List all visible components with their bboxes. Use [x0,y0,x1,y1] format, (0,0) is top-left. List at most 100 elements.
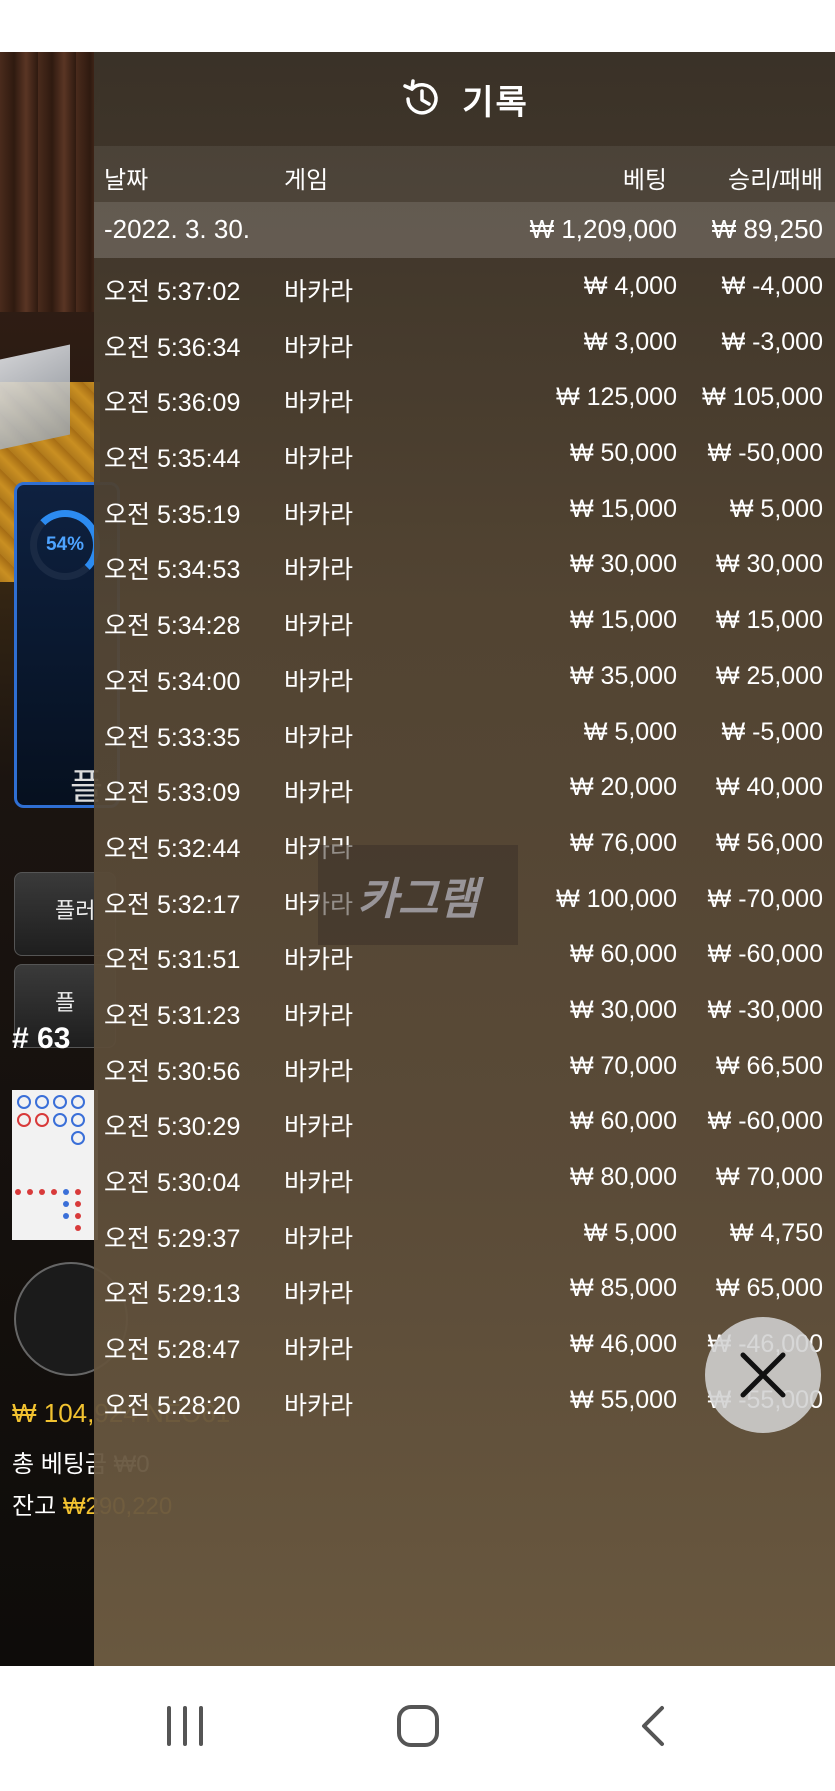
column-header-row: 날짜 게임 베팅 승리/패배 [94,146,835,202]
row-time: 오전 5:36:34 [104,333,241,362]
row-bet: ₩ 3,000 [583,327,677,356]
row-game: 바카라 [284,779,354,808]
row-time: 오전 5:29:37 [104,1224,241,1253]
row-game: 바카라 [284,333,354,362]
history-row[interactable]: 오전 5:33:09 바카라 ₩ 20,000 ₩ 40,000 [94,759,835,815]
history-title: 기록 [462,83,529,122]
history-clock-icon [403,79,438,115]
history-header: 기록 [94,52,835,146]
row-result: ₩ -70,000 [707,884,823,913]
row-game: 바카라 [284,1336,354,1365]
row-result: ₩ 4,750 [729,1218,823,1247]
row-game: 바카라 [284,500,354,529]
history-row[interactable]: 오전 5:35:19 바카라 ₩ 15,000 ₩ 5,000 [94,481,835,537]
history-row[interactable]: 오전 5:34:00 바카라 ₩ 35,000 ₩ 25,000 [94,648,835,704]
row-bet: ₩ 4,000 [583,272,677,300]
history-list: 오전 5:37:02 바카라 ₩ 4,000 ₩ -4,000 오전 5:36:34 바카… [94,258,835,1427]
close-icon [740,1352,786,1398]
row-time: 오전 5:34:53 [104,556,241,585]
history-row[interactable]: 오전 5:37:02 바카라 ₩ 4,000 ₩ -4,000 [94,258,835,314]
row-time: 오전 5:36:09 [104,389,241,418]
row-time: 오전 5:34:00 [104,667,241,696]
stat-percent: 54% [45,534,85,555]
status-bar [0,0,835,52]
curtain-decoration [0,52,100,312]
row-bet: ₩ 35,000 [569,661,677,690]
history-row[interactable]: 오전 5:29:37 바카라 ₩ 5,000 ₩ 4,750 [94,1205,835,1261]
recent-apps-icon[interactable] [163,1704,207,1748]
row-bet: ₩ 85,000 [569,1274,677,1303]
watermark-text: 카그램 [357,875,479,924]
row-game: 바카라 [284,946,354,975]
row-game: 바카라 [284,389,354,418]
android-nav-bar [0,1666,835,1791]
row-bet: ₩ 5,000 [583,1218,677,1247]
row-result: ₩ -30,000 [707,995,823,1024]
history-row[interactable]: 오전 5:36:34 바카라 ₩ 3,000 ₩ -3,000 [94,314,835,370]
history-row[interactable]: 오전 5:35:44 바카라 ₩ 50,000 ₩ -50,000 [94,425,835,481]
history-row[interactable]: 오전 5:34:53 바카라 ₩ 30,000 ₩ 30,000 [94,536,835,592]
row-result: ₩ -60,000 [707,1107,823,1136]
row-game: 바카라 [284,723,354,752]
summary-bet: ₩ 1,209,000 [529,214,677,244]
row-bet: ₩ 20,000 [569,773,677,802]
row-time: 오전 5:34:28 [104,612,241,641]
row-bet: ₩ 5,000 [583,717,677,746]
row-time: 오전 5:35:19 [104,500,241,529]
row-result: ₩ 5,000 [729,494,823,523]
row-bet: ₩ 15,000 [569,494,677,523]
row-result: ₩ -3,000 [721,327,823,356]
bead-road [12,1090,98,1240]
history-row[interactable]: 오전 5:30:56 바카라 ₩ 70,000 ₩ 66,500 [94,1038,835,1094]
close-button[interactable] [705,1317,821,1433]
row-time: 오전 5:32:44 [104,834,241,863]
row-time: 오전 5:30:29 [104,1113,241,1142]
home-icon[interactable] [396,1704,440,1748]
round-number: # 63 [12,1022,71,1055]
row-bet: ₩ 80,000 [569,1163,677,1191]
row-result: ₩ 56,000 [715,828,823,857]
row-game: 바카라 [284,445,354,474]
player-bet-button-label: 플러 [55,898,96,923]
row-result: ₩ 15,000 [715,606,823,635]
row-bet: ₩ 30,000 [569,550,677,579]
summary-row[interactable]: -2022. 3. 30. ₩ 1,209,000 ₩ 89,250 [94,202,835,258]
row-result: ₩ 30,000 [715,550,823,579]
row-game: 바카라 [284,556,354,585]
row-time: 오전 5:28:20 [104,1391,241,1420]
row-bet: ₩ 60,000 [569,940,677,969]
history-row[interactable]: 오전 5:34:28 바카라 ₩ 15,000 ₩ 15,000 [94,592,835,648]
history-row[interactable]: 오전 5:31:23 바카라 ₩ 30,000 ₩ -30,000 [94,982,835,1038]
watermark: 카그램 [318,845,518,945]
row-time: 오전 5:31:23 [104,1001,241,1030]
summary-date: -2022. 3. 30. [104,214,250,244]
row-bet: ₩ 60,000 [569,1107,677,1136]
row-game: 바카라 [284,1169,354,1197]
row-game: 바카라 [284,1057,354,1086]
back-icon[interactable] [632,1704,676,1748]
stat-ring: 54% [30,510,100,580]
col-game: 게임 [284,167,329,194]
row-result: ₩ 66,500 [715,1051,823,1080]
row-bet: ₩ 125,000 [556,383,677,412]
row-result: ₩ -60,000 [707,940,823,969]
row-time: 오전 5:33:09 [104,779,241,808]
row-result: ₩ 40,000 [715,773,823,802]
row-bet: ₩ 76,000 [569,828,677,857]
row-time: 오전 5:33:35 [104,723,241,752]
row-result: ₩ -5,000 [721,717,823,746]
history-row[interactable]: 오전 5:36:09 바카라 ₩ 125,000 ₩ 105,000 [94,369,835,425]
col-bet: 베팅 [622,167,667,194]
summary-result: ₩ 89,250 [711,214,823,244]
row-time: 오전 5:37:02 [104,278,241,306]
col-date: 날짜 [104,167,149,194]
history-row[interactable]: 오전 5:33:35 바카라 ₩ 5,000 ₩ -5,000 [94,704,835,760]
row-bet: ₩ 100,000 [556,884,677,913]
row-bet: ₩ 15,000 [569,606,677,635]
history-row[interactable]: 오전 5:29:13 바카라 ₩ 85,000 ₩ 65,000 [94,1260,835,1316]
history-row[interactable]: 오전 5:30:29 바카라 ₩ 60,000 ₩ -60,000 [94,1093,835,1149]
history-row[interactable]: 오전 5:30:04 바카라 ₩ 80,000 ₩ 70,000 [94,1149,835,1205]
row-game: 바카라 [284,612,354,641]
col-result: 승리/패배 [728,167,823,194]
remaining-label: 잔고 [12,1493,57,1520]
